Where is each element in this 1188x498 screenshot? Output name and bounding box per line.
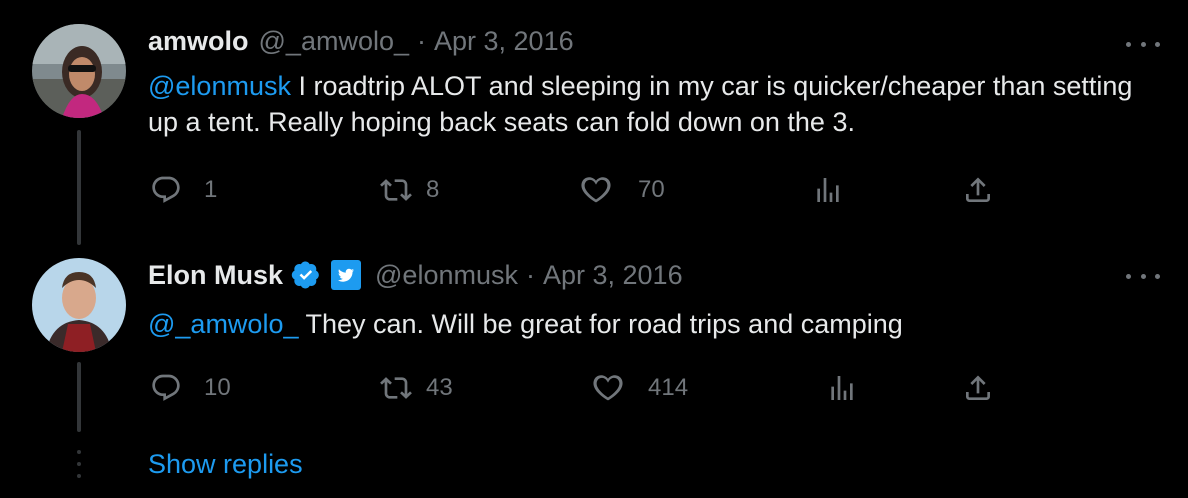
tweet-text: @_amwolo_ They can. Will be great for ro…	[148, 306, 1148, 342]
share-icon	[962, 372, 994, 404]
reply-icon	[150, 174, 182, 206]
tweet-header: amwolo @_amwolo_ · Apr 3, 2016	[148, 24, 574, 58]
author-name[interactable]: Elon Musk	[148, 258, 283, 292]
like-count: 70	[638, 176, 665, 203]
separator: ·	[417, 26, 426, 56]
tweet-date[interactable]: Apr 3, 2016	[543, 258, 683, 292]
share-button[interactable]	[962, 372, 994, 404]
reply-count: 1	[204, 176, 218, 203]
retweet-count: 43	[426, 374, 453, 401]
thread-dot	[77, 462, 81, 466]
reply-button[interactable]: 1	[150, 174, 217, 206]
like-button[interactable]: 414	[592, 372, 688, 404]
twitter-bird-icon	[331, 260, 362, 290]
reply-button[interactable]: 10	[150, 372, 231, 404]
views-button[interactable]	[812, 174, 844, 206]
retweet-button[interactable]: 43	[380, 372, 453, 404]
tweet-date[interactable]: Apr 3, 2016	[434, 24, 574, 58]
share-button[interactable]	[962, 174, 994, 206]
verified-icon	[291, 260, 321, 290]
reply-count: 10	[204, 374, 231, 401]
show-replies-link[interactable]: Show replies	[148, 446, 303, 482]
like-icon	[592, 372, 624, 404]
thread-dot	[77, 474, 81, 478]
retweet-icon	[380, 174, 412, 206]
like-count: 414	[648, 374, 689, 401]
thread-line	[77, 362, 81, 432]
more-icon[interactable]	[1126, 266, 1160, 286]
thread-dot	[77, 450, 81, 454]
author-handle[interactable]: @_amwolo_	[259, 24, 409, 58]
views-icon	[812, 174, 844, 206]
retweet-count: 8	[426, 176, 440, 203]
like-button[interactable]: 70	[580, 174, 665, 206]
author-name[interactable]: amwolo	[148, 24, 249, 58]
tweet-header: Elon Musk @elonmusk · Apr 3, 2016	[148, 258, 683, 292]
like-icon	[580, 174, 612, 206]
reply-icon	[150, 372, 182, 404]
retweet-icon	[380, 372, 412, 404]
avatar[interactable]	[32, 258, 126, 352]
separator: ·	[525, 260, 535, 290]
more-icon[interactable]	[1126, 34, 1160, 54]
share-icon	[962, 174, 994, 206]
views-icon	[826, 372, 858, 404]
mention-link[interactable]: @elonmusk	[148, 71, 291, 101]
avatar[interactable]	[32, 24, 126, 118]
retweet-button[interactable]: 8	[380, 174, 439, 206]
tweet-body: They can. Will be great for road trips a…	[298, 309, 903, 339]
mention-link[interactable]: @_amwolo_	[148, 309, 298, 339]
tweet-body: I roadtrip ALOT and sleeping in my car i…	[148, 71, 1133, 137]
views-button[interactable]	[826, 372, 858, 404]
tweet-text: @elonmusk I roadtrip ALOT and sleeping i…	[148, 68, 1148, 140]
author-handle[interactable]: @elonmusk	[375, 258, 518, 292]
thread-line	[77, 130, 81, 245]
